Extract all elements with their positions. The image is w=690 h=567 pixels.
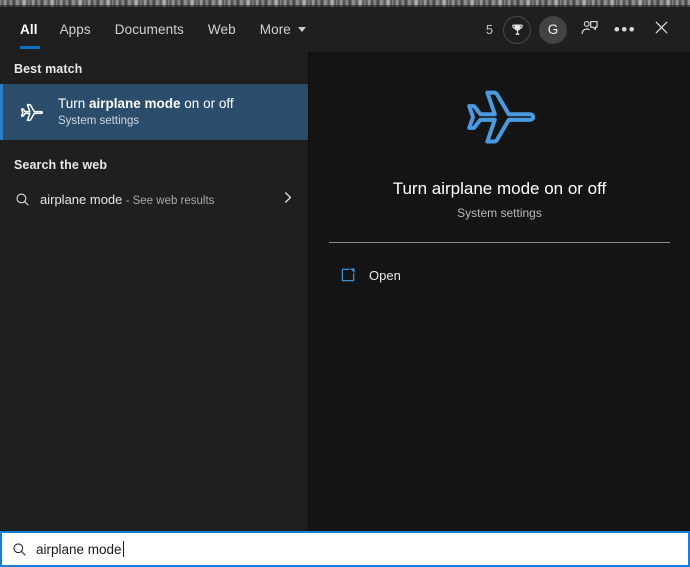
tab-all-label: All	[20, 22, 38, 37]
action-open[interactable]: Open	[329, 256, 670, 294]
filter-tabs: All Apps Documents Web More	[0, 7, 318, 52]
account-button[interactable]: G	[536, 13, 570, 47]
ellipsis-icon: •••	[613, 19, 637, 39]
tab-apps[interactable]: Apps	[48, 7, 103, 52]
result-title-highlight: airplane mode	[89, 96, 181, 111]
more-options-button[interactable]: •••	[608, 13, 642, 47]
action-open-label: Open	[369, 267, 401, 283]
rewards-button[interactable]	[500, 13, 534, 47]
web-search-label: airplane mode - See web results	[40, 192, 214, 207]
header-actions: 5 G •••	[486, 7, 690, 52]
desktop-wallpaper-strip	[0, 0, 690, 7]
preview-hero: Turn airplane mode on or off System sett…	[329, 52, 670, 220]
avatar: G	[539, 15, 567, 44]
web-search-item[interactable]: airplane mode - See web results	[0, 180, 308, 218]
close-button[interactable]	[644, 13, 678, 47]
selection-accent-bar	[0, 84, 3, 140]
tab-more-label: More	[259, 22, 291, 37]
search-icon	[14, 191, 40, 208]
result-subtitle: System settings	[58, 115, 140, 127]
result-title-suffix: on or off	[180, 96, 234, 111]
tab-active-indicator	[20, 46, 40, 49]
open-in-new-window-icon	[339, 266, 369, 284]
result-item-airplane-mode[interactable]: Turn airplane mode on or off System sett…	[0, 84, 308, 140]
airplane-icon	[14, 95, 48, 129]
search-icon	[2, 541, 36, 558]
search-input-bar[interactable]: airplane mode	[0, 531, 690, 567]
text-cursor	[122, 541, 124, 557]
web-search-suffix: - See web results	[122, 194, 215, 207]
rewards-points-count: 5	[486, 22, 493, 37]
tab-documents-label: Documents	[114, 22, 184, 37]
preview-pane: Turn airplane mode on or off System sett…	[309, 52, 690, 531]
feedback-button[interactable]	[572, 13, 606, 47]
results-pane: Best match Turn airplane mode on or off …	[0, 52, 309, 531]
result-title-prefix: Turn	[58, 96, 90, 111]
tab-all[interactable]: All	[14, 7, 48, 52]
tab-web-label: Web	[207, 22, 236, 37]
preview-subtitle: System settings	[457, 206, 542, 220]
search-flyout-root: All Apps Documents Web More 5 G ••• Best…	[0, 0, 690, 567]
result-title: Turn airplane mode on or off	[58, 95, 234, 112]
preview-divider	[329, 242, 670, 243]
search-header: All Apps Documents Web More 5 G •••	[0, 7, 690, 52]
close-icon	[653, 19, 670, 41]
tab-documents[interactable]: Documents	[103, 7, 196, 52]
tab-apps-label: Apps	[59, 22, 91, 37]
web-search-query: airplane mode	[40, 191, 123, 207]
tab-more[interactable]: More	[248, 7, 318, 52]
airplane-icon-large	[458, 75, 542, 164]
chevron-down-icon	[297, 27, 306, 32]
trophy-icon	[503, 15, 531, 44]
chevron-right-icon	[281, 191, 294, 207]
feedback-person-icon	[580, 18, 599, 42]
preview-title: Turn airplane mode on or off	[392, 179, 607, 198]
search-body: Best match Turn airplane mode on or off …	[0, 52, 690, 531]
windows-search-flyout: All Apps Documents Web More 5 G ••• Best…	[0, 7, 690, 531]
search-the-web-section-label: Search the web	[14, 158, 108, 172]
tab-web[interactable]: Web	[196, 7, 248, 52]
result-text-block: Turn airplane mode on or off System sett…	[58, 95, 234, 129]
search-input-value[interactable]: airplane mode	[36, 542, 122, 557]
best-match-section-label: Best match	[14, 62, 83, 76]
